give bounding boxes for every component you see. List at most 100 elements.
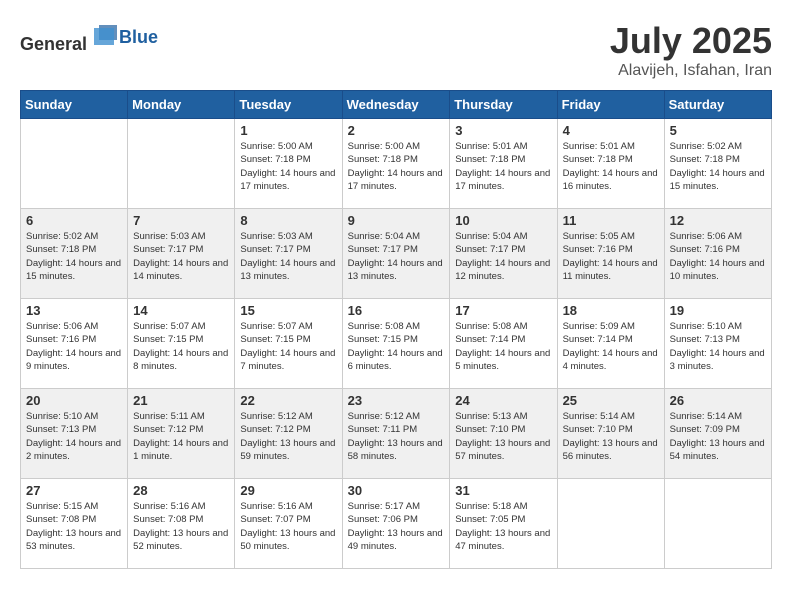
day-number: 4 (563, 123, 659, 138)
day-info: Sunrise: 5:01 AMSunset: 7:18 PMDaylight:… (455, 140, 551, 193)
day-number: 9 (348, 213, 445, 228)
header-saturday: Saturday (664, 91, 771, 119)
table-row: 22Sunrise: 5:12 AMSunset: 7:12 PMDayligh… (235, 389, 342, 479)
table-row: 6 Sunrise: 5:02 AMSunset: 7:18 PMDaylight… (21, 209, 128, 299)
table-row: 13Sunrise: 5:06 AMSunset: 7:16 PMDayligh… (21, 299, 128, 389)
day-info: Sunrise: 5:16 AMSunset: 7:08 PMDaylight:… (133, 500, 229, 553)
table-row: 24 Sunrise: 5:13 AMSunset: 7:10 PMDayligh… (450, 389, 557, 479)
day-number: 13 (26, 303, 122, 318)
table-row: 12 Sunrise: 5:06 AMSunset: 7:16 PMDayligh… (664, 209, 771, 299)
day-info: Sunrise: 5:00 AMSunset: 7:18 PMDaylight:… (348, 140, 445, 193)
table-row: 16 Sunrise: 5:08 AMSunset: 7:15 PMDayligh… (342, 299, 450, 389)
day-number: 31 (455, 483, 551, 498)
header-wednesday: Wednesday (342, 91, 450, 119)
table-row: 10Sunrise: 5:04 AMSunset: 7:17 PMDayligh… (450, 209, 557, 299)
table-row: 19Sunrise: 5:10 AMSunset: 7:13 PMDayligh… (664, 299, 771, 389)
table-row: 23 Sunrise: 5:12 AMSunset: 7:11 PMDayligh… (342, 389, 450, 479)
day-info: Sunrise: 5:03 AMSunset: 7:17 PMDaylight:… (133, 230, 229, 283)
table-row (21, 119, 128, 209)
day-number: 23 (348, 393, 445, 408)
day-info: Sunrise: 5:05 AMSunset: 7:16 PMDaylight:… (563, 230, 659, 283)
table-row: 14 Sunrise: 5:07 AMSunset: 7:15 PMDayligh… (128, 299, 235, 389)
day-info: Sunrise: 5:06 AMSunset: 7:16 PMDaylight:… (670, 230, 766, 283)
table-row: 31 Sunrise: 5:18 AMSunset: 7:05 PMDayligh… (450, 479, 557, 569)
title-section: July 2025 Alavijeh, Isfahan, Iran (610, 20, 772, 80)
month-year-title: July 2025 (610, 20, 772, 62)
table-row: 20 Sunrise: 5:10 AMSunset: 7:13 PMDayligh… (21, 389, 128, 479)
header-tuesday: Tuesday (235, 91, 342, 119)
day-number: 24 (455, 393, 551, 408)
table-row: 1Sunrise: 5:00 AMSunset: 7:18 PMDaylight… (235, 119, 342, 209)
day-number: 30 (348, 483, 445, 498)
logo: General Blue (20, 20, 158, 55)
day-info: Sunrise: 5:03 AMSunset: 7:17 PMDaylight:… (240, 230, 336, 283)
calendar-week-row: 20 Sunrise: 5:10 AMSunset: 7:13 PMDayligh… (21, 389, 772, 479)
table-row: 27Sunrise: 5:15 AMSunset: 7:08 PMDayligh… (21, 479, 128, 569)
day-number: 8 (240, 213, 336, 228)
table-row: 11 Sunrise: 5:05 AMSunset: 7:16 PMDayligh… (557, 209, 664, 299)
day-number: 7 (133, 213, 229, 228)
calendar-week-row: 27Sunrise: 5:15 AMSunset: 7:08 PMDayligh… (21, 479, 772, 569)
day-info: Sunrise: 5:09 AMSunset: 7:14 PMDaylight:… (563, 320, 659, 373)
day-number: 16 (348, 303, 445, 318)
day-number: 19 (670, 303, 766, 318)
table-row: 8 Sunrise: 5:03 AMSunset: 7:17 PMDaylight… (235, 209, 342, 299)
day-number: 11 (563, 213, 659, 228)
day-info: Sunrise: 5:15 AMSunset: 7:08 PMDaylight:… (26, 500, 122, 553)
day-info: Sunrise: 5:04 AMSunset: 7:17 PMDaylight:… (348, 230, 445, 283)
day-number: 14 (133, 303, 229, 318)
table-row: 26Sunrise: 5:14 AMSunset: 7:09 PMDayligh… (664, 389, 771, 479)
calendar-table: Sunday Monday Tuesday Wednesday Thursday… (20, 90, 772, 569)
header-sunday: Sunday (21, 91, 128, 119)
calendar-week-row: 6 Sunrise: 5:02 AMSunset: 7:18 PMDaylight… (21, 209, 772, 299)
day-number: 20 (26, 393, 122, 408)
day-info: Sunrise: 5:08 AMSunset: 7:15 PMDaylight:… (348, 320, 445, 373)
day-info: Sunrise: 5:02 AMSunset: 7:18 PMDaylight:… (26, 230, 122, 283)
day-number: 17 (455, 303, 551, 318)
day-number: 26 (670, 393, 766, 408)
day-info: Sunrise: 5:12 AMSunset: 7:11 PMDaylight:… (348, 410, 445, 463)
table-row: 29Sunrise: 5:16 AMSunset: 7:07 PMDayligh… (235, 479, 342, 569)
day-info: Sunrise: 5:18 AMSunset: 7:05 PMDaylight:… (455, 500, 551, 553)
table-row: 4 Sunrise: 5:01 AMSunset: 7:18 PMDaylight… (557, 119, 664, 209)
table-row: 25 Sunrise: 5:14 AMSunset: 7:10 PMDayligh… (557, 389, 664, 479)
page-header: General Blue July 2025 Alavijeh, Isfahan… (20, 20, 772, 80)
table-row: 9 Sunrise: 5:04 AMSunset: 7:17 PMDaylight… (342, 209, 450, 299)
day-number: 6 (26, 213, 122, 228)
calendar-week-row: 13Sunrise: 5:06 AMSunset: 7:16 PMDayligh… (21, 299, 772, 389)
table-row: 7 Sunrise: 5:03 AMSunset: 7:17 PMDaylight… (128, 209, 235, 299)
day-info: Sunrise: 5:07 AMSunset: 7:15 PMDaylight:… (133, 320, 229, 373)
day-number: 12 (670, 213, 766, 228)
location-subtitle: Alavijeh, Isfahan, Iran (610, 62, 772, 80)
day-number: 25 (563, 393, 659, 408)
table-row (557, 479, 664, 569)
table-row (128, 119, 235, 209)
day-number: 3 (455, 123, 551, 138)
day-info: Sunrise: 5:14 AMSunset: 7:10 PMDaylight:… (563, 410, 659, 463)
table-row: 30 Sunrise: 5:17 AMSunset: 7:06 PMDayligh… (342, 479, 450, 569)
day-info: Sunrise: 5:11 AMSunset: 7:12 PMDaylight:… (133, 410, 229, 463)
day-info: Sunrise: 5:02 AMSunset: 7:18 PMDaylight:… (670, 140, 766, 193)
day-info: Sunrise: 5:01 AMSunset: 7:18 PMDaylight:… (563, 140, 659, 193)
day-info: Sunrise: 5:13 AMSunset: 7:10 PMDaylight:… (455, 410, 551, 463)
day-info: Sunrise: 5:04 AMSunset: 7:17 PMDaylight:… (455, 230, 551, 283)
table-row: 2 Sunrise: 5:00 AMSunset: 7:18 PMDaylight… (342, 119, 450, 209)
header-monday: Monday (128, 91, 235, 119)
day-number: 15 (240, 303, 336, 318)
day-info: Sunrise: 5:17 AMSunset: 7:06 PMDaylight:… (348, 500, 445, 553)
logo-blue: Blue (119, 27, 158, 47)
header-friday: Friday (557, 91, 664, 119)
day-info: Sunrise: 5:08 AMSunset: 7:14 PMDaylight:… (455, 320, 551, 373)
day-info: Sunrise: 5:12 AMSunset: 7:12 PMDaylight:… (240, 410, 336, 463)
day-number: 28 (133, 483, 229, 498)
day-number: 2 (348, 123, 445, 138)
table-row: 18Sunrise: 5:09 AMSunset: 7:14 PMDayligh… (557, 299, 664, 389)
day-info: Sunrise: 5:16 AMSunset: 7:07 PMDaylight:… (240, 500, 336, 553)
weekday-header-row: Sunday Monday Tuesday Wednesday Thursday… (21, 91, 772, 119)
table-row: 15Sunrise: 5:07 AMSunset: 7:15 PMDayligh… (235, 299, 342, 389)
table-row: 3 Sunrise: 5:01 AMSunset: 7:18 PMDaylight… (450, 119, 557, 209)
table-row: 28 Sunrise: 5:16 AMSunset: 7:08 PMDayligh… (128, 479, 235, 569)
table-row: 21Sunrise: 5:11 AMSunset: 7:12 PMDayligh… (128, 389, 235, 479)
day-info: Sunrise: 5:10 AMSunset: 7:13 PMDaylight:… (26, 410, 122, 463)
table-row: 5Sunrise: 5:02 AMSunset: 7:18 PMDaylight… (664, 119, 771, 209)
